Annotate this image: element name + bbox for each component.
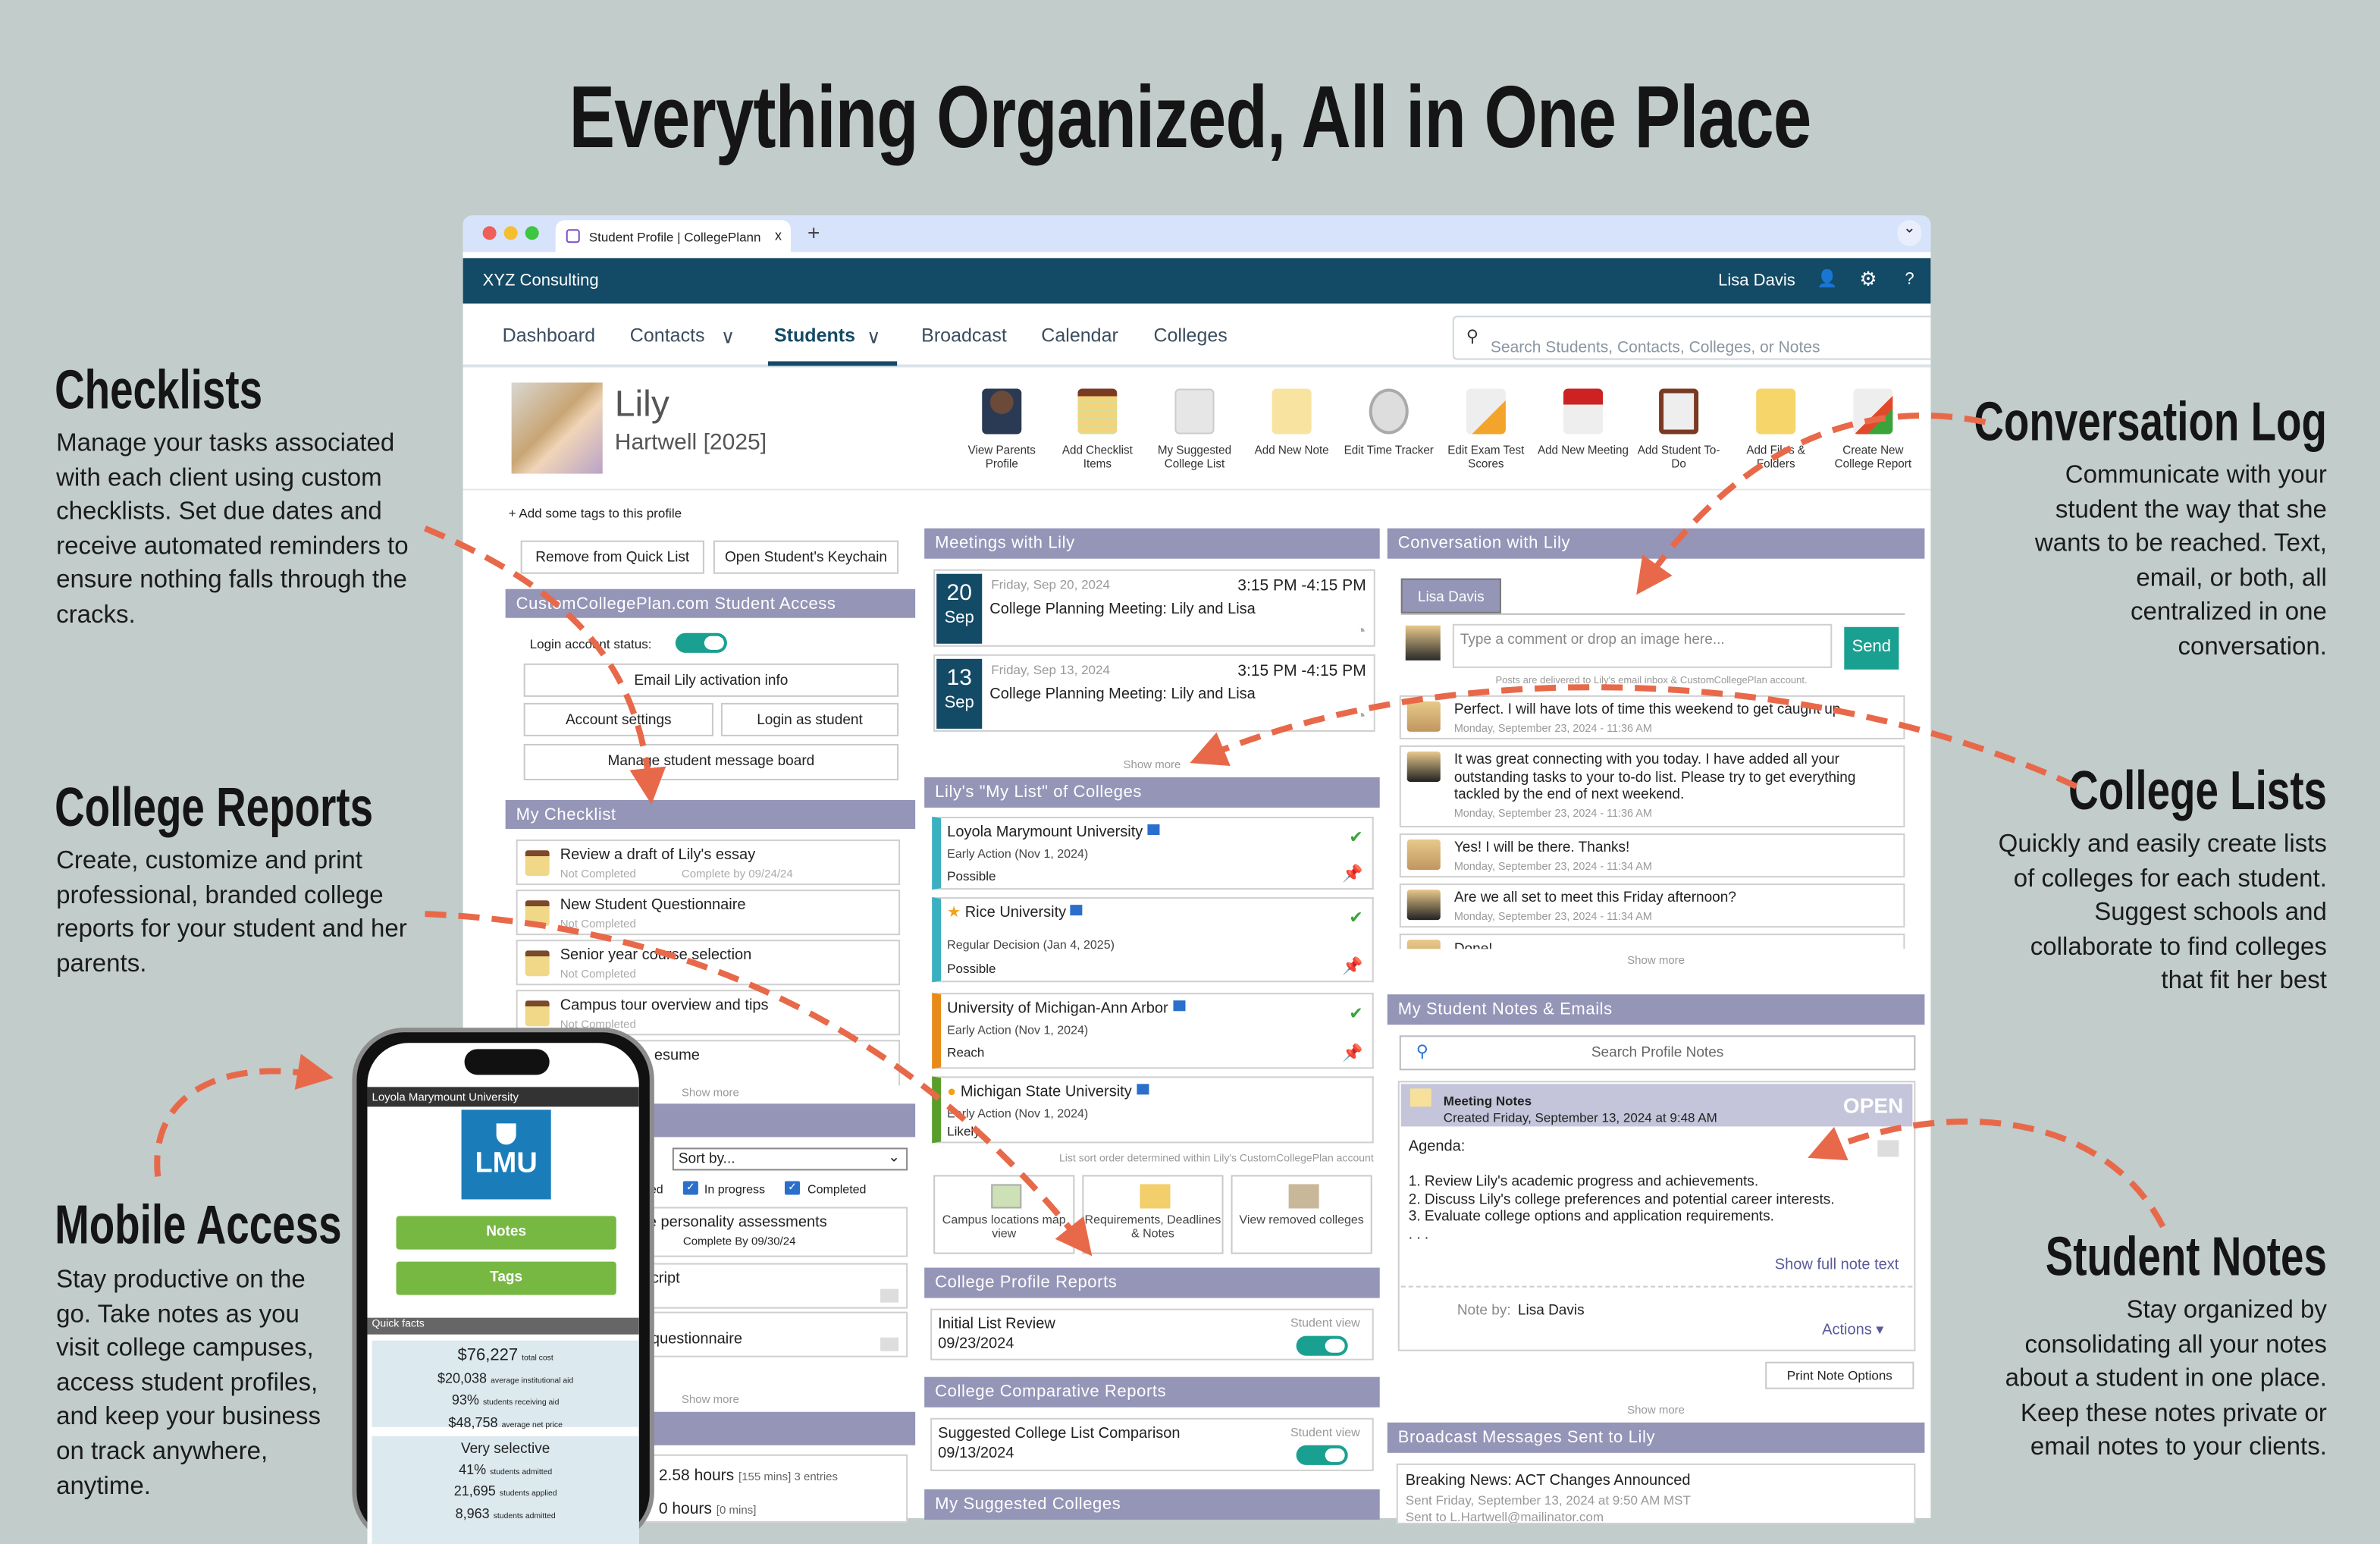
arrow-conversation <box>1636 413 1986 595</box>
arrow-college-reports <box>425 911 1093 1257</box>
arrow-student-notes <box>1808 1118 2166 1229</box>
callout-arrows <box>154 413 2166 1257</box>
arrow-mobile <box>154 1053 334 1177</box>
marketing-page: Everything Organized, All in One Place C… <box>0 0 2380 1544</box>
arrow-college-lists <box>1190 684 2078 789</box>
arrow-checklists <box>423 525 666 805</box>
